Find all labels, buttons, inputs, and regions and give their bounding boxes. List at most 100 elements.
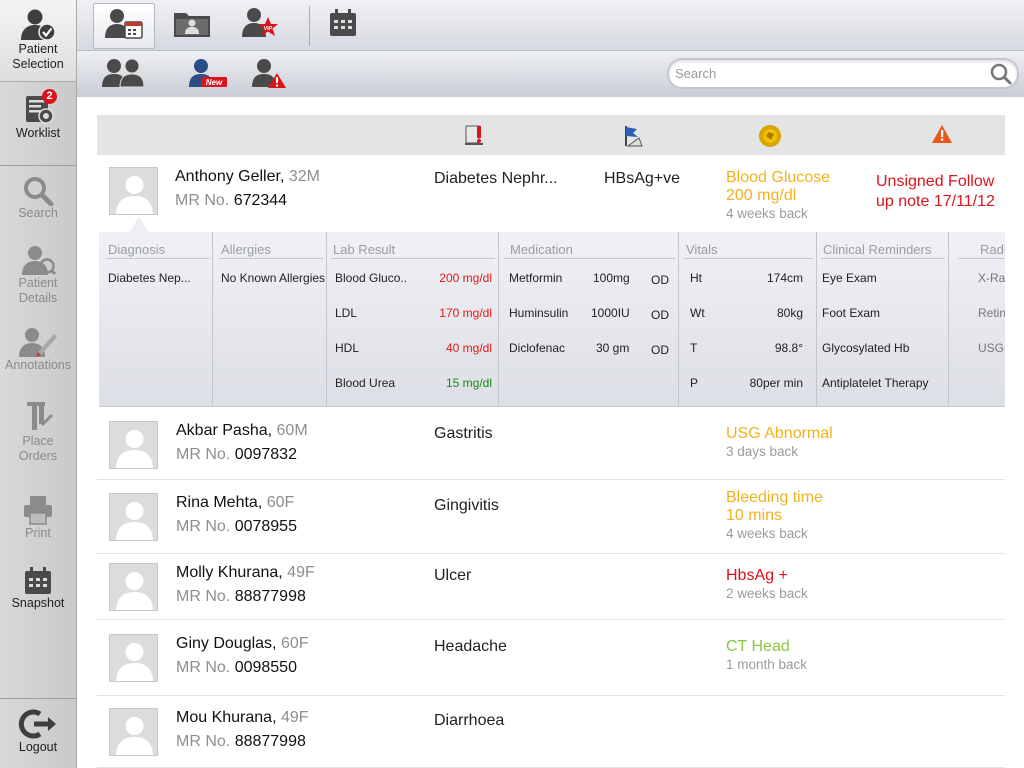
sidebar-item-annotations[interactable]: Annotations <box>0 326 76 378</box>
sidebar-item-label: Place Orders <box>18 434 58 463</box>
patient-selection-icon <box>0 0 76 42</box>
alert-patients-button[interactable] <box>243 57 297 93</box>
detail-pointer <box>129 217 149 232</box>
detail-medication-column: Medication Metformin 100mg OD Huminsulin… <box>500 232 679 406</box>
toolbar-divider <box>309 6 310 46</box>
vital-name: Wt <box>690 306 705 320</box>
patient-diagnosis: Gastritis <box>434 425 493 442</box>
reminder-item: Foot Exam <box>822 306 881 320</box>
sidebar-item-label: Search <box>18 206 58 220</box>
alert-line1: CT Head <box>726 638 790 655</box>
medication-drug: Metformin <box>509 271 563 285</box>
patient-alert: CT Head 1 month back <box>726 638 807 674</box>
group-patients-button[interactable] <box>97 57 151 93</box>
sidebar-item-label: Worklist <box>15 126 61 140</box>
top-toolbar: VIP <box>77 0 1024 51</box>
radiology-item: Retina <box>978 306 1005 320</box>
header-rule <box>219 258 323 259</box>
detail-diagnosis-item: Diabetes Nep... <box>108 271 191 285</box>
new-patients-button[interactable]: New <box>179 57 233 93</box>
search-icon <box>0 176 76 206</box>
table-row[interactable]: Giny Douglas, 60F MR No. 0098550 Headach… <box>97 620 1005 696</box>
sidebar-divider <box>0 165 76 166</box>
lab-test-value: 200 mg/dl <box>439 271 492 285</box>
header-rule <box>331 258 495 259</box>
vip-patients-button[interactable]: VIP <box>235 5 285 45</box>
print-icon <box>0 494 76 526</box>
mr-label: MR No. <box>176 446 231 463</box>
lab-result-icon[interactable] <box>758 124 782 153</box>
vital-value: 174cm <box>766 271 803 285</box>
sidebar-item-label: Print <box>25 526 51 540</box>
detail-header-medication: Medication <box>510 242 573 257</box>
sidebar-item-worklist[interactable]: 2 Worklist <box>0 88 76 160</box>
patient-name: Akbar Pasha, 60M <box>176 422 308 440</box>
alert-patient-icon <box>250 57 290 94</box>
sidebar-item-label: Logout <box>18 740 58 754</box>
patient-mr: MR No. 0098550 <box>176 659 297 677</box>
avatar <box>109 421 158 469</box>
header-rule <box>958 258 1005 259</box>
lab-test-value: 15 mg/dl <box>445 376 492 390</box>
sidebar-item-place-orders[interactable]: Place Orders <box>0 400 76 470</box>
sidebar-item-patient-details[interactable]: Patient Details <box>0 244 76 312</box>
patient-diagnosis: Gingivitis <box>434 497 499 514</box>
worklist-icon: 2 <box>0 88 76 126</box>
avatar <box>109 563 158 611</box>
patient-name-text: Giny Douglas, <box>176 635 277 652</box>
new-patient-icon: New <box>183 57 229 94</box>
patient-folder-button[interactable] <box>167 5 217 45</box>
table-row[interactable]: Molly Khurana, 49F MR No. 88877998 Ulcer… <box>97 554 1005 620</box>
lab-test-name: Blood Urea <box>335 376 396 390</box>
table-row[interactable]: Anthony Geller, 32M MR No. 672344 Diabet… <box>97 155 1005 232</box>
sidebar-item-label: Patient Selection <box>12 42 64 71</box>
my-patients-button[interactable] <box>93 3 155 49</box>
patient-age: 60F <box>280 635 309 652</box>
place-orders-icon <box>0 400 76 434</box>
radiology-item: USG <box>978 341 1005 355</box>
logout-icon <box>0 708 76 740</box>
patient-mr: MR No. 0097832 <box>176 446 297 464</box>
snapshot-icon <box>0 566 76 596</box>
reminder-item: Glycosylated Hb <box>822 341 910 355</box>
mr-number: 672344 <box>233 192 288 209</box>
table-row[interactable]: Akbar Pasha, 60M MR No. 0097832 Gastriti… <box>97 410 1005 480</box>
patient-name: Rina Mehta, 60F <box>176 494 294 512</box>
mr-number: 0098550 <box>234 659 297 676</box>
table-row[interactable]: Mou Khurana, 49F MR No. 88877998 Diarrho… <box>97 696 1005 768</box>
infection-flag-icon[interactable] <box>620 124 646 153</box>
table-row[interactable]: Rina Mehta, 60F MR No. 0078955 Gingiviti… <box>97 480 1005 554</box>
warning-icon[interactable] <box>931 124 953 149</box>
sidebar-item-snapshot[interactable]: Snapshot <box>0 566 76 618</box>
vital-value: 80kg <box>776 306 803 320</box>
sidebar-item-logout[interactable]: Logout <box>0 708 76 764</box>
alert-line2: 10 mins <box>726 507 783 524</box>
search-icon[interactable] <box>990 63 1012 90</box>
search-box <box>667 58 1019 89</box>
patient-mr: MR No. 88877998 <box>176 733 306 751</box>
radiology-item: X-Ray <box>978 271 1005 285</box>
detail-allergies-column: Allergies No Known Allergies <box>214 232 327 406</box>
patient-name-text: Molly Khurana, <box>176 564 283 581</box>
sidebar-divider <box>0 698 76 699</box>
avatar <box>109 634 158 682</box>
header-rule <box>821 258 945 259</box>
mr-label: MR No. <box>176 659 231 676</box>
sidebar-item-label: Patient Details <box>18 276 58 305</box>
alert-line2: 200 mg/dl <box>726 187 797 204</box>
patient-name: Anthony Geller, 32M <box>175 168 320 186</box>
alert-line1: HbsAg + <box>726 567 788 584</box>
allergy-alert-icon[interactable] <box>465 124 485 151</box>
sidebar-item-search[interactable]: Search <box>0 176 76 226</box>
alert-time: 1 month back <box>726 657 808 672</box>
alert-line1: Blood Glucose <box>726 169 831 186</box>
sidebar-item-print[interactable]: Print <box>0 494 76 546</box>
group-patients-icon <box>101 57 147 94</box>
medication-dose: 1000IU <box>591 306 630 320</box>
mr-label: MR No. <box>176 733 231 750</box>
calendar-button[interactable] <box>318 5 368 45</box>
search-input[interactable] <box>675 66 985 81</box>
sidebar-item-patient-selection[interactable]: Patient Selection <box>0 0 76 82</box>
mr-number: 88877998 <box>234 733 306 750</box>
detail-header-allergies: Allergies <box>221 242 271 257</box>
